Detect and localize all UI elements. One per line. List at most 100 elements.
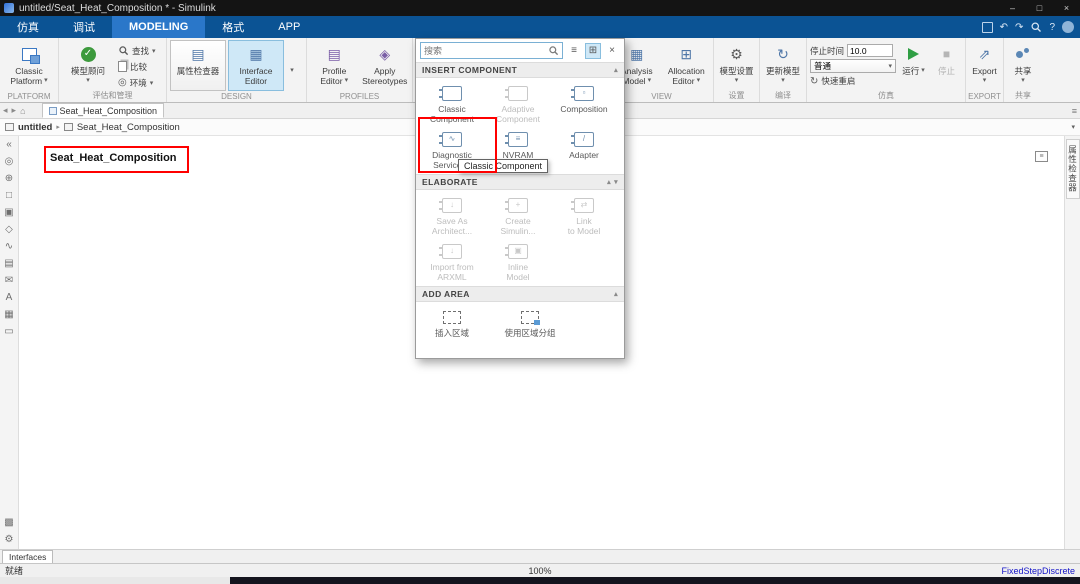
classic-platform-button[interactable]: Classic Platform▾ xyxy=(3,40,55,91)
legend-badge-icon[interactable]: ≡ xyxy=(1035,151,1048,162)
help-icon[interactable]: ? xyxy=(1049,22,1055,33)
save-icon[interactable] xyxy=(982,22,993,33)
breadcrumb-dropdown-icon[interactable]: ▾ xyxy=(1071,123,1075,131)
gallery-item-adapter[interactable]: / Adapter xyxy=(551,126,617,172)
chevron-down-icon: ▾ xyxy=(983,76,987,86)
gallery-item-save-as-architecture[interactable]: ↓ Save As Architect... xyxy=(419,192,485,238)
gallery-item-group-with-area[interactable]: 使用区域分组 xyxy=(485,304,575,350)
grid-view-button[interactable]: ⊞ xyxy=(585,43,601,59)
fast-restart-label: 快速重启 xyxy=(821,75,855,87)
collapse-section-icon[interactable]: ▴ xyxy=(607,178,611,186)
find-button[interactable]: 查找 ▾ xyxy=(116,43,158,58)
tab-format[interactable]: 格式 xyxy=(205,16,261,38)
tab-simulation[interactable]: 仿真 xyxy=(0,16,56,38)
gallery-search-row: ≡ ⊞ × xyxy=(416,39,624,62)
gallery-item-classic-component[interactable]: Classic Component xyxy=(419,80,485,126)
fit-view-icon[interactable]: □ xyxy=(6,191,12,201)
zoom-icon[interactable]: ⊕ xyxy=(5,174,13,184)
area-icon[interactable]: ▭ xyxy=(4,327,13,337)
solver-name[interactable]: FixedStepDiscrete xyxy=(1001,566,1075,576)
chevron-down-icon: ▾ xyxy=(152,47,156,55)
stop-button[interactable]: ■ 停止 xyxy=(931,40,962,91)
gallery-item-adaptive-component[interactable]: Adaptive Component xyxy=(485,80,551,126)
gallery-item-insert-area[interactable]: 插入区域 xyxy=(419,304,485,350)
run-button[interactable]: 运行▾ xyxy=(898,40,929,91)
collapse-section-icon[interactable]: ▴ xyxy=(614,66,618,74)
tab-debug[interactable]: 调试 xyxy=(56,16,112,38)
redo-icon[interactable]: ↷ xyxy=(1015,22,1023,33)
compare-label: 比较 xyxy=(130,61,147,73)
component-gallery-popup: ≡ ⊞ × INSERT COMPONENT ▴ Classic Compone… xyxy=(415,38,625,359)
tab-modeling[interactable]: MODELING xyxy=(112,16,205,38)
model-settings-button[interactable]: ⚙ 模型设置 ▾ xyxy=(717,40,756,91)
apply-stereotypes-button[interactable]: ◈ Apply Stereotypes xyxy=(361,40,410,91)
compare-button[interactable]: 比较 xyxy=(116,59,158,74)
gallery-item-create-simulink[interactable]: + Create Simulin... xyxy=(485,192,551,238)
chevron-down-icon: ▾ xyxy=(44,76,48,86)
export-button[interactable]: ⇗ Export ▾ xyxy=(969,40,1000,91)
image-icon[interactable]: ▦ xyxy=(4,310,13,320)
title-bar: untitled/Seat_Heat_Composition * - Simul… xyxy=(0,0,1080,16)
assess-stack: 查找 ▾ 比较 ◎ 环境 ▾ xyxy=(116,40,158,91)
interfaces-tab[interactable]: Interfaces xyxy=(2,550,53,563)
navigate-up-icon[interactable]: ⌂ xyxy=(20,106,25,116)
interface-editor-button[interactable]: ▦ Interface Editor xyxy=(228,40,284,91)
search-icon[interactable] xyxy=(1030,21,1042,33)
gallery-item-inline-model[interactable]: ▣ Inline Model xyxy=(485,238,551,284)
component-icon xyxy=(442,86,462,101)
design-more-button[interactable]: ▾ xyxy=(286,40,298,91)
undo-icon[interactable]: ↶ xyxy=(1000,22,1008,33)
property-inspector-side-tab[interactable]: 属性检查器 xyxy=(1066,139,1080,199)
highlight-icon[interactable]: ▣ xyxy=(4,208,13,218)
insert-component-grid: Classic Component Classic Component Adap… xyxy=(416,78,624,174)
breadcrumb-current[interactable]: Seat_Heat_Composition xyxy=(77,122,180,133)
ribbon-tab-bar: 仿真 调试 MODELING 格式 APP ↶ ↷ ? xyxy=(0,16,1080,38)
tab-app[interactable]: APP xyxy=(261,16,317,38)
stop-time-input[interactable] xyxy=(847,44,893,57)
platform-label-2: Platform xyxy=(10,76,42,86)
window-title: untitled/Seat_Heat_Composition * - Simul… xyxy=(19,3,216,14)
minimize-button[interactable]: – xyxy=(999,0,1026,16)
status-ready: 就绪 xyxy=(5,564,23,577)
model-advisor-button[interactable]: ✓ 模型顾问 ▾ xyxy=(62,40,114,91)
environment-button[interactable]: ◎ 环境 ▾ xyxy=(116,75,158,90)
document-tab[interactable]: Seat_Heat_Composition xyxy=(42,103,165,118)
table-icon[interactable]: ▤ xyxy=(4,259,13,269)
explore-icon[interactable]: ◎ xyxy=(5,157,14,167)
expand-section-icon[interactable]: ▾ xyxy=(614,178,618,186)
user-avatar[interactable] xyxy=(1062,21,1074,33)
gallery-item-composition[interactable]: ▫ Composition xyxy=(551,80,617,126)
environment-label: 环境 xyxy=(130,77,147,89)
maximize-button[interactable]: □ xyxy=(1026,0,1053,16)
breadcrumb-root[interactable]: untitled xyxy=(18,122,52,133)
mark-icon[interactable]: ◇ xyxy=(5,225,13,235)
gallery-search-input[interactable] xyxy=(424,46,548,56)
chevron-down-icon: ▾ xyxy=(921,66,925,76)
screenshot-icon[interactable]: ▩ xyxy=(4,518,13,528)
forward-icon[interactable]: ▸ xyxy=(12,105,17,116)
hide-palette-icon[interactable]: « xyxy=(6,140,12,150)
gallery-item-import-from-arxml[interactable]: ↓ Import from ARXML xyxy=(419,238,485,284)
property-inspector-button[interactable]: ▤ 属性检查器 xyxy=(170,40,226,91)
section-label-view: VIEW xyxy=(610,92,713,101)
update-model-button[interactable]: ↻ 更新模型 ▾ xyxy=(763,40,803,91)
collapse-section-icon[interactable]: ▴ xyxy=(614,290,618,298)
close-button[interactable]: × xyxy=(1053,0,1080,16)
signal-icon[interactable]: ∿ xyxy=(5,242,13,252)
gallery-item-link-to-model[interactable]: ⇄ Link to Model xyxy=(551,192,617,238)
back-icon[interactable]: ◂ xyxy=(3,105,8,116)
profile-editor-button[interactable]: ▤ Profile Editor▾ xyxy=(310,40,359,91)
close-gallery-button[interactable]: × xyxy=(604,43,620,59)
window-controls: – □ × xyxy=(999,0,1080,16)
mail-icon[interactable]: ✉ xyxy=(5,276,13,286)
allocation-editor-button[interactable]: ⊞ Allocation Editor▾ xyxy=(663,40,711,91)
tab-list-menu-icon[interactable]: ≡ xyxy=(1072,106,1077,116)
section-label-share: 共享 xyxy=(1004,90,1042,101)
fast-restart-toggle[interactable]: ↻ 快速重启 xyxy=(810,75,896,87)
palette-settings-icon[interactable]: ⚙ xyxy=(5,535,14,545)
share-button[interactable]: 共享 ▾ xyxy=(1007,40,1039,91)
annotation-icon[interactable]: A xyxy=(6,293,13,303)
sim-mode-dropdown[interactable]: 普通 ▾ xyxy=(810,59,896,73)
list-view-button[interactable]: ≡ xyxy=(566,43,582,59)
add-area-header: ADD AREA ▴ xyxy=(416,286,624,302)
